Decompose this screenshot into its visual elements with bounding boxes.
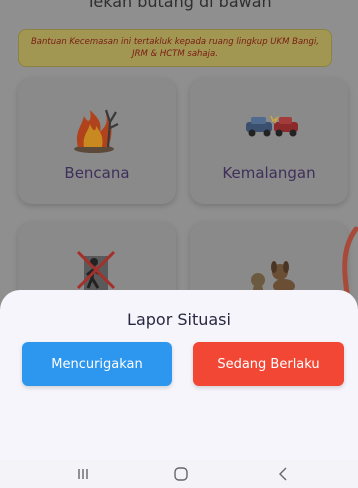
animals-icon — [251, 261, 295, 294]
card-no-entry[interactable] — [18, 222, 176, 300]
sheet-title: Lapor Situasi — [127, 310, 231, 329]
card-bencana[interactable]: Bencana — [18, 78, 176, 204]
recent-apps-icon[interactable] — [68, 464, 98, 484]
back-icon[interactable] — [268, 464, 298, 484]
ongoing-button[interactable]: Sedang Berlaku — [193, 342, 344, 386]
fire-tree-icon — [74, 109, 119, 153]
card-kemalangan-label: Kemalangan — [222, 164, 316, 182]
system-nav-bar — [0, 460, 358, 488]
report-situation-sheet: Lapor Situasi Mencurigakan Sedang Berlak… — [0, 290, 358, 460]
car-crash-icon — [246, 115, 298, 137]
instruction-heading: Tekan butang di bawah — [86, 0, 272, 11]
card-animals[interactable] — [190, 222, 348, 300]
suspicious-button[interactable]: Mencurigakan — [22, 342, 172, 386]
home-icon[interactable] — [166, 464, 196, 484]
no-entry-person-icon — [76, 250, 116, 290]
card-kemalangan[interactable]: Kemalangan — [190, 78, 348, 204]
background-app: Tekan butang di bawah Bantuan Kecemasan … — [0, 0, 358, 300]
card-bencana-label: Bencana — [64, 164, 130, 182]
notice-text: Bantuan Kecemasan ini tertakluk kepada r… — [30, 37, 320, 59]
notice-banner: Bantuan Kecemasan ini tertakluk kepada r… — [18, 29, 332, 67]
